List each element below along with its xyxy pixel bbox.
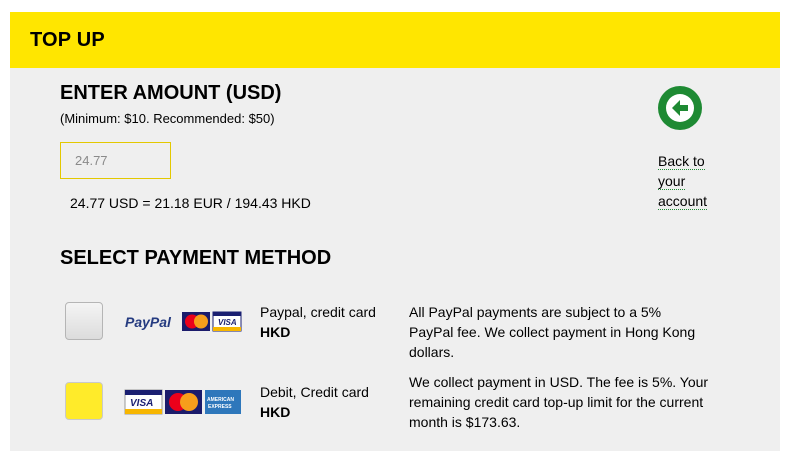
- paypal-logos: PayPal VISA: [125, 310, 245, 339]
- card-logo-icons: VISA AMERICAN EXPRESS: [124, 389, 241, 415]
- paypal-method-checkbox[interactable]: [65, 302, 103, 340]
- paypal-logo-text: PayPal: [125, 314, 172, 330]
- card-method-name: Debit, Credit card HKD: [260, 382, 369, 422]
- card-method-checkbox[interactable]: [65, 382, 103, 420]
- method-currency: HKD: [260, 324, 291, 340]
- svg-text:VISA: VISA: [130, 398, 153, 409]
- paypal-method-description: All PayPal payments are subject to a 5% …: [409, 304, 696, 360]
- page-header: TOP UP: [10, 12, 780, 68]
- svg-text:EXPRESS: EXPRESS: [208, 404, 232, 410]
- method-name-label: Debit, Credit card: [260, 384, 369, 400]
- amount-input[interactable]: [60, 142, 171, 179]
- arrow-left-icon: [666, 94, 694, 122]
- back-button[interactable]: [658, 86, 702, 130]
- svg-text:AMERICAN: AMERICAN: [207, 397, 234, 403]
- conversion-text: 24.77 USD = 21.18 EUR / 194.43 HKD: [70, 195, 311, 211]
- paypal-logo-icon: PayPal VISA: [125, 311, 242, 332]
- amount-hint: (Minimum: $10. Recommended: $50): [60, 111, 275, 126]
- payment-heading: SELECT PAYMENT METHOD: [60, 247, 332, 269]
- amount-heading: ENTER AMOUNT (USD): [60, 82, 282, 104]
- back-link-label: Back to your account: [658, 153, 708, 210]
- svg-text:VISA: VISA: [218, 318, 237, 327]
- card-logos: VISA AMERICAN EXPRESS: [124, 389, 242, 420]
- method-currency: HKD: [260, 404, 291, 420]
- paypal-method-name: Paypal, credit card HKD: [260, 302, 376, 342]
- top-up-panel: ENTER AMOUNT (USD) (Minimum: $10. Recomm…: [10, 68, 780, 451]
- card-method-description: We collect payment in USD. The fee is 5%…: [409, 374, 709, 430]
- page-title: TOP UP: [30, 29, 105, 51]
- method-name-label: Paypal, credit card: [260, 304, 376, 320]
- back-to-account-link[interactable]: Back to your account: [658, 151, 718, 211]
